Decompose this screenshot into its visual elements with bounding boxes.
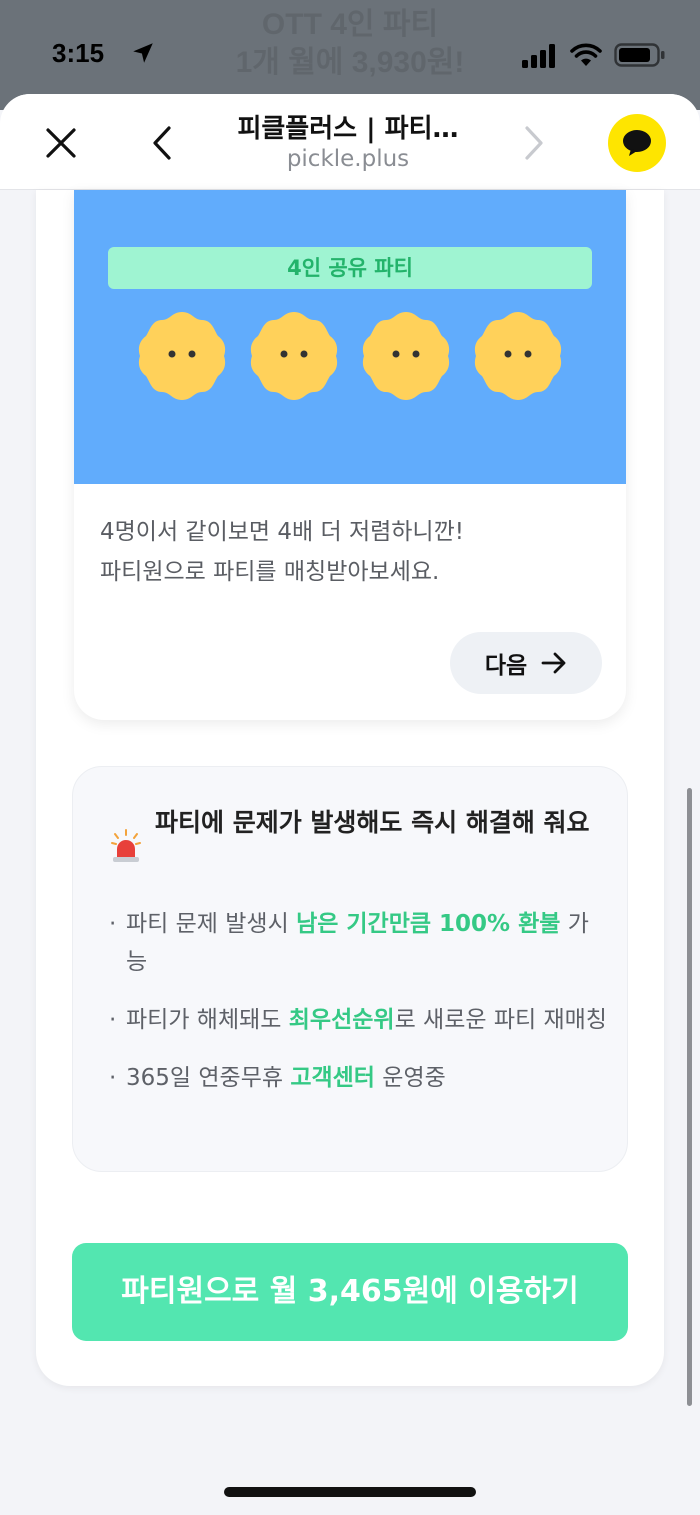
cookie-character-icon bbox=[474, 312, 562, 400]
cookie-character-icon bbox=[362, 312, 450, 400]
battery-icon bbox=[614, 43, 665, 67]
scrollbar[interactable] bbox=[687, 788, 692, 1406]
kakao-chat-icon bbox=[623, 130, 651, 156]
guarantee-list: 파티 문제 발생시 남은 기간만큼 100% 환불 가능 파티가 해체돼도 최우… bbox=[109, 905, 609, 1117]
close-icon bbox=[46, 128, 76, 158]
list-item: 파티가 해체돼도 최우선순위로 새로운 파티 재매칭 bbox=[109, 1001, 609, 1039]
guarantee-title: 파티에 문제가 발생해도 즉시 해결해 줘요 bbox=[155, 808, 590, 837]
status-time: 3:15 bbox=[52, 38, 105, 68]
forward-button[interactable] bbox=[518, 122, 550, 164]
list-item: 365일 연중무휴 고객센터 운영중 bbox=[109, 1059, 609, 1097]
browser-header: 피클플러스 | 파티… pickle.plus bbox=[0, 94, 700, 190]
next-button-label: 다음 bbox=[484, 653, 528, 679]
next-button[interactable]: 다음 bbox=[450, 632, 602, 694]
location-arrow-icon bbox=[133, 43, 153, 63]
status-bar: 3:15 bbox=[0, 0, 700, 100]
forward-icon bbox=[525, 126, 543, 160]
join-party-button[interactable]: 파티원으로 월 3,465원에 이용하기 bbox=[72, 1243, 628, 1341]
wifi-icon bbox=[570, 43, 602, 66]
back-button[interactable] bbox=[146, 122, 178, 164]
cookie-character-icon bbox=[138, 312, 226, 400]
signal-icon bbox=[522, 44, 555, 68]
back-icon bbox=[153, 126, 171, 160]
kakao-chat-button[interactable] bbox=[608, 114, 666, 172]
content-container: 4인 공유 파티 4명이서 같이보면 4배 더 저렴하니깐! 파티원으로 파티를… bbox=[36, 190, 664, 1386]
siren-icon bbox=[111, 829, 141, 862]
party-badge: 4인 공유 파티 bbox=[108, 247, 592, 289]
list-item: 파티 문제 발생시 남은 기간만큼 100% 환불 가능 bbox=[109, 905, 609, 981]
home-indicator bbox=[224, 1487, 476, 1497]
guarantee-card: 파티에 문제가 발생해도 즉시 해결해 줘요 파티 문제 발생시 남은 기간만큼… bbox=[72, 766, 628, 1172]
arrow-right-icon bbox=[541, 652, 566, 674]
cookie-character-icon bbox=[250, 312, 338, 400]
party-info-card: 4인 공유 파티 4명이서 같이보면 4배 더 저렴하니깐! 파티원으로 파티를… bbox=[74, 190, 626, 720]
party-description: 4명이서 같이보면 4배 더 저렴하니깐! 파티원으로 파티를 매칭받아보세요. bbox=[100, 519, 464, 585]
page-url: pickle.plus bbox=[286, 146, 410, 172]
party-hero: 4인 공유 파티 bbox=[74, 190, 626, 484]
close-button[interactable] bbox=[40, 122, 82, 164]
browser-sheet: 피클플러스 | 파티… pickle.plus 4인 공유 파티 4명이서 같이… bbox=[0, 94, 700, 1515]
page-title: 피클플러스 | 파티… bbox=[237, 114, 459, 144]
